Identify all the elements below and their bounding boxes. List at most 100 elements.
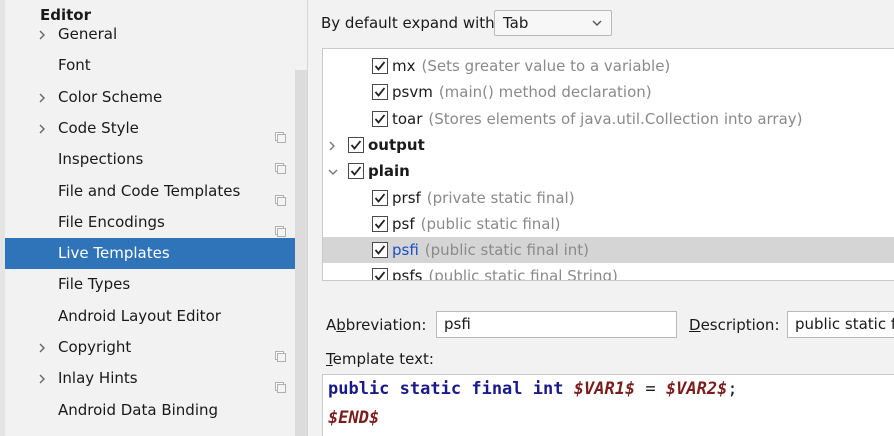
sidebar-item-label: Font (58, 56, 91, 74)
template-checkbox[interactable] (372, 190, 388, 206)
chevron-right-icon[interactable] (38, 19, 46, 52)
expand-select[interactable]: Tab (494, 10, 612, 36)
keyword: final (471, 379, 523, 399)
chevron-right-icon[interactable] (328, 132, 340, 159)
project-scope-icon (275, 154, 286, 174)
sidebar-item-label: File and Code Templates (58, 182, 241, 200)
sidebar-item-live-templates[interactable]: Live Templates (5, 238, 307, 269)
template-checkbox[interactable] (372, 242, 388, 258)
expand-select-value: Tab (503, 14, 529, 32)
keyword: int (532, 379, 564, 399)
template-line-1: public static final int $VAR1$ = $VAR2$; (328, 379, 738, 399)
template-name: psf (public static final) (392, 211, 561, 237)
sidebar-item-label: Live Templates (58, 244, 170, 262)
template-row[interactable]: psf (public static final) (323, 211, 894, 237)
sidebar-item-label: General (58, 25, 118, 43)
sidebar-item-label: Color Scheme (58, 88, 163, 106)
template-description: (Stores elements of java.util.Collection… (428, 110, 803, 128)
template-row[interactable]: prsf (private static final) (323, 185, 894, 211)
template-description: (main() method declaration) (438, 83, 652, 101)
template-group-row[interactable]: output (323, 132, 894, 158)
chevron-right-icon[interactable] (38, 82, 46, 115)
sidebar-item-code-style[interactable]: Code Style (5, 113, 307, 144)
chevron-down-icon[interactable] (328, 158, 340, 184)
template-name: mx (Sets greater value to a variable) (392, 53, 670, 79)
template-abbreviation: plain (368, 162, 410, 180)
templates-tree[interactable]: mx (Sets greater value to a variable) psvm… (322, 48, 894, 281)
sidebar-item-file-encodings[interactable]: File Encodings (5, 207, 307, 238)
sidebar-item-font[interactable]: Font (5, 50, 307, 81)
template-name: psfs (public static final String) (392, 263, 618, 281)
template-checkbox[interactable] (372, 216, 388, 232)
template-name: psvm (main() method declaration) (392, 79, 652, 105)
sidebar-item-label: Android Layout Editor (58, 307, 221, 325)
template-row[interactable]: toar (Stores elements of java.util.Collec… (323, 106, 894, 132)
expand-label: By default expand with (321, 14, 495, 32)
sidebar-item-label: File Encodings (58, 213, 165, 231)
sidebar-item-inspections[interactable]: Inspections (5, 144, 307, 175)
template-abbreviation: output (368, 136, 425, 154)
template-row[interactable]: psfi (public static final int) (323, 237, 894, 263)
settings-sidebar: Editor General Font Color Scheme Code Style… (0, 0, 308, 436)
template-name: output (368, 132, 425, 158)
abbreviation-input[interactable]: psfi (436, 311, 677, 338)
sidebar-item-file-types[interactable]: File Types (5, 269, 307, 300)
keyword: static (399, 379, 462, 399)
template-checkbox[interactable] (372, 268, 388, 280)
sidebar-item-label: Code Style (58, 119, 139, 137)
description-input[interactable]: public static final int (787, 311, 894, 338)
sidebar-item-android-data-binding[interactable]: Android Data Binding (5, 395, 307, 426)
project-scope-icon (275, 373, 286, 393)
template-row[interactable]: psfs (public static final String) (323, 263, 894, 281)
template-abbreviation: toar (392, 110, 423, 128)
template-checkbox[interactable] (372, 58, 388, 74)
sidebar-item-label: Inlay Hints (58, 369, 138, 387)
template-abbreviation: prsf (392, 189, 421, 207)
sidebar-item-label: Inspections (58, 150, 144, 168)
sidebar-item-general[interactable]: General (5, 19, 307, 50)
sidebar-scrollbar[interactable] (295, 70, 307, 436)
template-text-editor[interactable]: public static final int $VAR1$ = $VAR2$;… (322, 374, 894, 436)
template-description: (private static final) (426, 189, 575, 207)
sidebar-item-label: File Types (58, 275, 131, 293)
template-text-label: Template text: (326, 350, 434, 368)
sidebar-item-inlay-hints[interactable]: Inlay Hints (5, 363, 307, 394)
live-templates-panel: By default expand with Tab mx (Sets great… (309, 0, 894, 436)
template-name: prsf (private static final) (392, 185, 575, 211)
abbreviation-label: Abbreviation: (326, 316, 427, 334)
sidebar-item-android-layout-editor[interactable]: Android Layout Editor (5, 301, 307, 332)
chevron-down-icon (592, 11, 602, 42)
sidebar-item-copyright[interactable]: Copyright (5, 332, 307, 363)
template-checkbox[interactable] (372, 84, 388, 100)
template-name: toar (Stores elements of java.util.Collec… (392, 106, 803, 132)
template-name: plain (368, 158, 410, 184)
project-scope-icon (275, 186, 286, 206)
template-abbreviation: psf (392, 215, 415, 233)
description-label: Description: (689, 316, 780, 334)
project-scope-icon (275, 217, 286, 237)
project-scope-icon (275, 342, 286, 362)
template-group-row[interactable]: plain (323, 158, 894, 184)
sidebar-item-label: Android Data Binding (58, 401, 219, 419)
template-abbreviation: psvm (392, 83, 433, 101)
template-variable: $VAR1$ (573, 379, 636, 399)
sidebar-item-label: Copyright (58, 338, 132, 356)
chevron-right-icon[interactable] (38, 332, 46, 365)
template-row[interactable]: mx (Sets greater value to a variable) (323, 53, 894, 79)
template-abbreviation: mx (392, 57, 416, 75)
sidebar-item-color-scheme[interactable]: Color Scheme (5, 82, 307, 113)
template-abbreviation: psfs (392, 267, 423, 281)
template-row[interactable]: psvm (main() method declaration) (323, 79, 894, 105)
template-checkbox[interactable] (348, 137, 364, 153)
template-line-2: $END$ (328, 408, 379, 428)
chevron-right-icon[interactable] (38, 113, 46, 146)
sidebar-item-file-and-code-templates[interactable]: File and Code Templates (5, 176, 307, 207)
template-description: (public static final String) (428, 267, 618, 281)
template-checkbox[interactable] (348, 163, 364, 179)
template-description: (public static final int) (424, 241, 589, 259)
template-description: (public static final) (420, 215, 561, 233)
template-checkbox[interactable] (372, 111, 388, 127)
operator: = (645, 379, 656, 399)
template-description: (Sets greater value to a variable) (421, 57, 671, 75)
chevron-right-icon[interactable] (38, 363, 46, 396)
